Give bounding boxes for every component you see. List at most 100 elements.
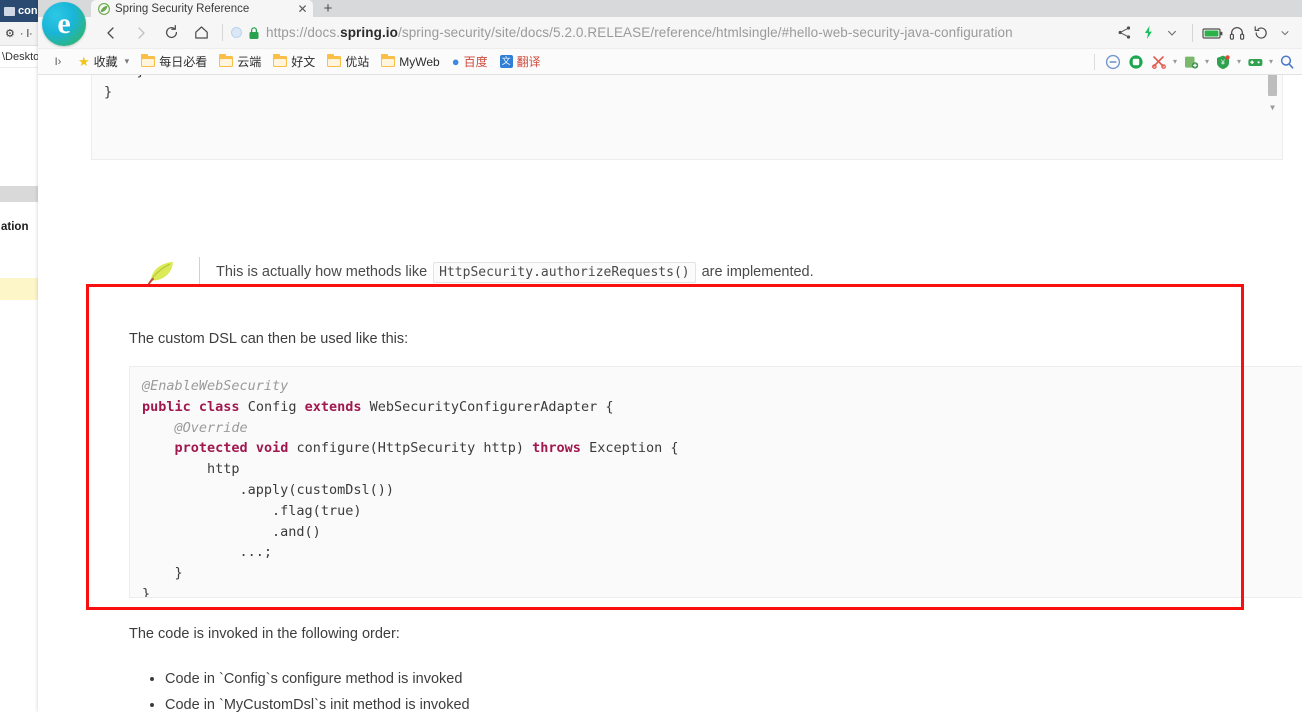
code-token: .flag(true) <box>272 502 362 519</box>
lightning-icon[interactable] <box>1137 21 1159 45</box>
screenshot-icon[interactable] <box>1180 52 1202 72</box>
gear-icon[interactable]: ⚙ <box>5 27 15 40</box>
address-bar[interactable]: https://docs.spring.io/spring-security/s… <box>231 20 1113 46</box>
bookmark-cloud[interactable]: 云端 <box>213 52 267 72</box>
code-token: .and() <box>272 523 321 540</box>
chevron-down-icon[interactable]: ▾ <box>1267 57 1275 66</box>
code-line: http <box>142 459 1300 480</box>
tip-divider <box>199 257 200 287</box>
site-info-icon[interactable] <box>231 27 242 38</box>
translate-icon: 文 <box>499 55 513 68</box>
tip-text: This is actually how methods like HttpSe… <box>216 261 814 283</box>
code-line: } <box>104 75 1270 82</box>
code-token: } <box>142 585 151 598</box>
navbar-divider <box>222 24 223 41</box>
bookmark-label: 云端 <box>237 55 262 69</box>
bookmark-label: MyWeb <box>399 54 440 69</box>
invocation-order-list: Code in `Config`s configure method is in… <box>129 667 511 712</box>
bookmark-myweb[interactable]: MyWeb <box>375 52 445 72</box>
home-button[interactable] <box>186 20 216 46</box>
code-token: public <box>142 398 191 415</box>
bookmark-label: 收藏 <box>93 55 118 69</box>
browser-extensions: ▾ ▾ ¥ ▾ ▾ <box>1088 52 1298 72</box>
paragraph-invocation-order: The code is invoked in the following ord… <box>129 626 400 642</box>
chevron-down-icon-2[interactable] <box>1274 21 1296 45</box>
url-text[interactable]: https://docs.spring.io/spring-security/s… <box>266 25 1013 40</box>
gamepad-icon[interactable] <box>1244 52 1266 72</box>
code-token: @Override <box>174 419 248 436</box>
code-line: @Override <box>142 418 1300 439</box>
code-token: http <box>207 461 240 478</box>
code-line: @EnableWebSecurity <box>142 376 1300 397</box>
code-token: .apply(customDsl()) <box>239 481 394 498</box>
chevron-down-icon[interactable] <box>1161 21 1183 45</box>
code-block-top: return new MyCustomDsl(); }} ▼ <box>91 75 1283 160</box>
scrollbar-down-arrow[interactable]: ▼ <box>1267 102 1278 113</box>
scissors-icon[interactable] <box>1148 52 1170 72</box>
bookmark-goodread[interactable]: 好文 <box>267 52 321 72</box>
chevron-down-icon[interactable]: ▾ <box>1235 57 1243 66</box>
battery-icon[interactable] <box>1202 21 1224 45</box>
close-icon[interactable]: ✕ <box>296 2 309 15</box>
code-line: .flag(true) <box>142 501 1300 522</box>
browser-window: Spring Security Reference ✕ + e https://… <box>38 0 1302 712</box>
tab-spring-security-reference[interactable]: Spring Security Reference ✕ <box>91 0 313 17</box>
code-token: throws <box>532 440 581 457</box>
code-token: Config <box>239 398 305 415</box>
scrollbar-thumb[interactable] <box>1268 75 1277 96</box>
code-token: } <box>137 75 145 79</box>
background-yellow-highlight <box>0 278 38 300</box>
bookmark-daily[interactable]: 每日必看 <box>135 52 213 72</box>
baidu-icon: ● <box>451 54 460 69</box>
tip-inline-code: HttpSecurity.authorizeRequests() <box>433 261 696 283</box>
list-item: Code in `Config`s configure method is in… <box>165 667 511 693</box>
search-icon[interactable] <box>1276 52 1298 72</box>
star-icon: ★ <box>78 54 90 69</box>
adblock-icon[interactable] <box>1102 52 1124 72</box>
bookmark-favorites[interactable]: ★ 收藏 ▾ <box>72 52 135 72</box>
back-button[interactable] <box>96 20 126 46</box>
headphones-icon[interactable] <box>1226 21 1248 45</box>
url-host: spring.io <box>340 25 398 40</box>
code-token: class <box>198 398 240 415</box>
paragraph-custom-dsl: The custom DSL can then be used like thi… <box>129 331 409 347</box>
code-token: Exception { <box>580 440 679 457</box>
list-item: Code in `MyCustomDsl`s init method is in… <box>165 693 511 712</box>
vertical-scrollbar[interactable]: ▼ <box>1268 75 1277 139</box>
background-toolbar-text: · l· <box>19 27 33 40</box>
url-scheme: https://docs. <box>266 25 341 40</box>
extensions-divider <box>1094 53 1095 70</box>
browser-brand-logo: e <box>42 2 86 46</box>
coupon-icon[interactable]: ¥ <box>1212 52 1234 72</box>
code-line: } <box>104 82 1270 103</box>
forward-button[interactable] <box>126 20 156 46</box>
tip-text-before: This is actually how methods like <box>216 264 428 280</box>
code-token: protected <box>174 440 248 457</box>
page-viewport: return new MyCustomDsl(); }} ▼ <box>38 75 1302 712</box>
tip-admonition: This is actually how methods like HttpSe… <box>143 257 814 287</box>
bookmarks-expand-icon[interactable]: I› <box>48 52 68 72</box>
chevron-down-icon[interactable]: ▾ <box>125 56 130 67</box>
bookmark-baidu[interactable]: ● 百度 <box>446 52 494 72</box>
bookmark-goodsites[interactable]: 优站 <box>321 52 375 72</box>
chevron-down-icon[interactable]: ▾ <box>1203 57 1211 66</box>
shield-green-icon[interactable] <box>1125 52 1147 72</box>
undo-icon[interactable] <box>1250 21 1272 45</box>
code-token: extends <box>304 398 362 415</box>
bookmark-translate[interactable]: 文 翻译 <box>494 52 547 72</box>
code-token: } <box>104 84 113 100</box>
spring-leaf-favicon <box>98 2 110 15</box>
refresh-button[interactable] <box>156 20 186 46</box>
tip-leaf-icon <box>143 257 189 287</box>
tip-text-after: are implemented. <box>701 264 814 280</box>
chevron-down-icon[interactable]: ▾ <box>1171 57 1179 66</box>
document-content: return new MyCustomDsl(); }} ▼ <box>38 75 1302 712</box>
code-line: ...; <box>142 542 1300 563</box>
code-line: } <box>142 563 1300 584</box>
share-icon[interactable] <box>1113 21 1135 45</box>
code-token: void <box>255 440 289 457</box>
new-tab-button[interactable]: + <box>313 0 343 17</box>
folder-icon <box>327 53 342 67</box>
